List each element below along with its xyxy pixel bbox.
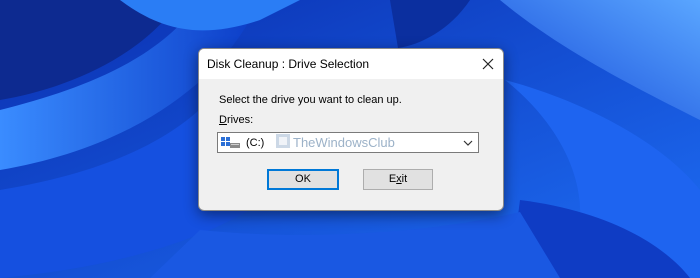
drives-dropdown[interactable]: (C:) TheWindowsClub: [217, 132, 479, 153]
windows-club-logo: [276, 134, 290, 148]
drives-label: Drives:: [219, 114, 253, 126]
instruction-text: Select the drive you want to clean up.: [219, 94, 402, 106]
ok-button[interactable]: OK: [267, 169, 339, 190]
drive-icon: [221, 137, 240, 148]
dialog-title: Disk Cleanup : Drive Selection: [207, 57, 370, 71]
watermark-text: TheWindowsClub: [293, 135, 395, 150]
selected-drive: (C:): [246, 137, 265, 149]
ok-button-label: OK: [295, 173, 311, 185]
exit-button[interactable]: Exit: [363, 169, 433, 190]
close-icon: [482, 58, 494, 70]
title-bar: Disk Cleanup : Drive Selection: [199, 49, 503, 79]
drives-label-rest: rives:: [226, 114, 254, 126]
drive-selection-dialog: Disk Cleanup : Drive Selection Select th…: [198, 48, 504, 211]
drives-label-accelerator: D: [219, 114, 227, 126]
close-button[interactable]: [473, 49, 503, 79]
exit-label-post: it: [401, 173, 408, 185]
chevron-down-icon[interactable]: [463, 140, 473, 146]
